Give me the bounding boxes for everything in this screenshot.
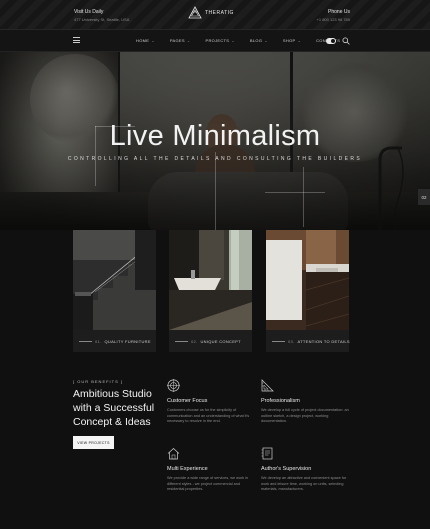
card-image-vanity (266, 230, 349, 330)
nav-item-projects[interactable]: PROJECTS ⌄ (206, 38, 235, 43)
feature-title: Author's Supervision (261, 466, 312, 472)
visit-address: 477 University St, Seattle, USA (74, 17, 130, 22)
logo-icon (188, 6, 202, 19)
nav-item-pages[interactable]: PAGES ⌄ (170, 38, 191, 43)
chevron-down-icon: ⌄ (186, 38, 191, 43)
card-caption: 01. QUALITY FURNITURE (73, 330, 156, 352)
feature-text: Customers choose us for the simplicity o… (167, 408, 250, 423)
section-kicker: [ OUR BENEFITS ] (73, 379, 124, 384)
hero-title: Live Minimalism (109, 120, 321, 152)
nav-item-shop[interactable]: SHOP ⌄ (283, 38, 301, 43)
card-quality-furniture[interactable]: 01. QUALITY FURNITURE (73, 230, 156, 352)
feature-title: Multi Experience (167, 466, 208, 472)
target-icon (167, 379, 180, 392)
card-caption: 03. ATTENTION TO DETAILS (266, 330, 350, 352)
feature-text: We provide a wide range of services, we … (167, 476, 249, 491)
visit-info: Visit Us Daily 477 University St, Seattl… (74, 9, 129, 22)
feature-professionalism: Professionalism We develop a full cycle … (261, 379, 351, 425)
feature-title: Professionalism (261, 398, 300, 404)
card-unique-concept[interactable]: 02. UNIQUE CONCEPT (169, 230, 252, 352)
set-square-icon (261, 379, 274, 392)
phone-title: Phone Us (328, 9, 350, 15)
side-tab[interactable]: 02 (418, 189, 430, 205)
document-icon (261, 447, 273, 460)
main-navigation: HOME⌄ PAGES⌄ PROJECTS⌄ BLOG⌄ SHOP⌄ CONTA… (0, 30, 430, 52)
theme-toggle[interactable] (326, 38, 336, 44)
card-image-bathroom (169, 230, 252, 330)
feature-text: We develop a full cycle of project docum… (261, 408, 349, 423)
feature-cards: 01. QUALITY FURNITURE 02. UNIQUE CONCEPT 0… (73, 230, 350, 352)
feature-title: Customer Focus (167, 398, 208, 404)
hero-subtitle: CONTROLLING ALL THE DETAILS AND CONSULTI… (67, 156, 363, 162)
section-heading: Ambitious Studio with a Successful Conce… (73, 388, 155, 428)
search-icon[interactable] (342, 37, 350, 45)
feature-authors-supervision: Author's Supervision We develop an attra… (261, 447, 351, 493)
chevron-down-icon: ⌄ (151, 38, 155, 43)
visit-title: Visit Us Daily (74, 9, 104, 15)
feature-multi-experience: Multi Experience We provide a wide range… (167, 447, 257, 493)
hamburger-menu-icon[interactable] (73, 37, 80, 43)
brand-logo[interactable]: THERATIG (188, 6, 234, 20)
chevron-down-icon: ⌄ (231, 38, 235, 43)
feature-customer-focus: Customer Focus Customers choose us for t… (167, 379, 257, 425)
card-image-staircase (73, 230, 156, 330)
phone-info: Phone Us +1 800 123 98 789 (317, 9, 350, 22)
chevron-down-icon: ⌄ (264, 38, 268, 43)
benefits-section: [ OUR BENEFITS ] Ambitious Studio with a… (0, 352, 430, 529)
house-icon (167, 448, 180, 460)
feature-text: We develop an attractive and convenient … (261, 476, 347, 491)
nav-item-home[interactable]: HOME ⌄ (136, 38, 155, 43)
card-caption: 02. UNIQUE CONCEPT (169, 330, 252, 352)
nav-item-blog[interactable]: BLOG ⌄ (250, 38, 268, 43)
card-attention-to-details[interactable]: 03. ATTENTION TO DETAILS (266, 230, 350, 352)
nav-menu: HOME⌄ PAGES⌄ PROJECTS⌄ BLOG⌄ SHOP⌄ CONTA… (136, 38, 355, 43)
phone-number[interactable]: +1 800 123 98 789 (317, 17, 350, 22)
brand-name: THERATIG (205, 10, 234, 16)
top-info-bar: Visit Us Daily 477 University St, Seattl… (0, 0, 430, 30)
view-projects-button[interactable]: VIEW PROJECTS (73, 436, 114, 449)
chevron-down-icon: ⌄ (297, 38, 302, 43)
